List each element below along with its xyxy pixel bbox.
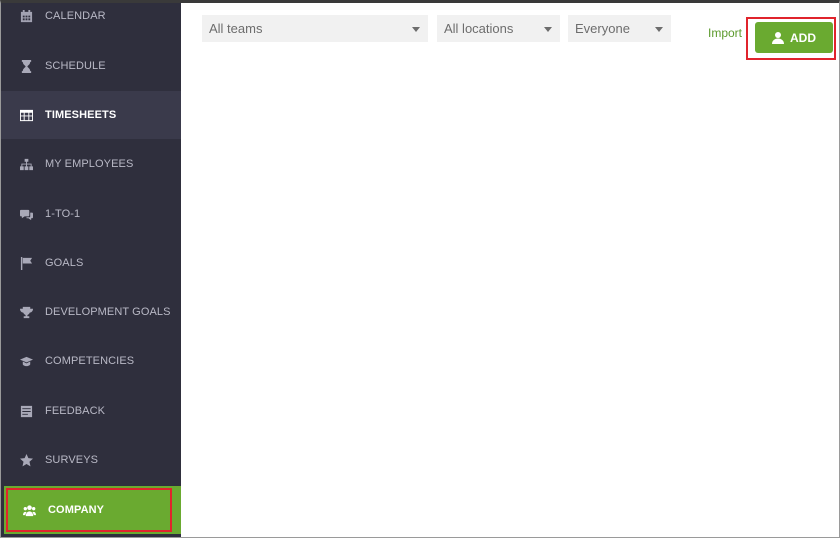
chat-icon: [19, 207, 33, 221]
sidebar-item-label: FEEDBACK: [45, 405, 106, 417]
sidebar-item-competencies[interactable]: COMPETENCIES: [1, 337, 181, 385]
sidebar-item-surveys[interactable]: SURVEYS: [1, 436, 181, 484]
import-link[interactable]: Import: [708, 26, 742, 40]
chevron-down-icon: [655, 27, 663, 32]
sidebar-item-schedule[interactable]: SCHEDULE: [1, 42, 181, 90]
sidebar-item-goals[interactable]: GOALS: [1, 239, 181, 287]
users-icon: [22, 503, 36, 517]
sidebar-item-label: COMPETENCIES: [45, 355, 135, 367]
sidebar-item-label: SURVEYS: [45, 454, 99, 466]
calendar-icon: [19, 9, 33, 23]
sidebar-item-company[interactable]: COMPANY: [4, 486, 174, 534]
locations-select[interactable]: All locations: [437, 15, 560, 42]
sidebar-item-label: SCHEDULE: [45, 60, 106, 72]
chevron-down-icon: [412, 27, 420, 32]
trophy-icon: [19, 305, 33, 319]
hourglass-icon: [19, 59, 33, 73]
graduation-cap-icon: [19, 354, 33, 368]
sidebar-item-label: MY EMPLOYEES: [45, 158, 134, 170]
table-icon: [19, 108, 33, 122]
sidebar-item-label: COMPANY: [48, 504, 105, 516]
sidebar-item-1-to-1[interactable]: 1-TO-1: [1, 190, 181, 238]
add-button-highlight: ADD: [746, 17, 836, 60]
sidebar-item-label: DEVELOPMENT GOALS: [45, 306, 171, 318]
sidebar-item-timesheets[interactable]: TIMESHEETS: [1, 91, 181, 139]
sidebar-item-label: 1-TO-1: [45, 208, 81, 220]
feedback-icon: [19, 404, 33, 418]
sidebar-item-feedback[interactable]: FEEDBACK: [1, 387, 181, 435]
main-content: All teams All locations Everyone Import …: [181, 3, 839, 537]
add-button-label: ADD: [790, 30, 816, 45]
chevron-down-icon: [544, 27, 552, 32]
teams-select[interactable]: All teams: [202, 15, 428, 42]
sidebar-item-my-employees[interactable]: MY EMPLOYEES: [1, 140, 181, 188]
people-select[interactable]: Everyone: [568, 15, 671, 42]
app-window: CALENDAR SCHEDULE TIMESHEETS MY EMPLOYEE…: [0, 0, 840, 538]
add-button[interactable]: ADD: [755, 22, 833, 53]
sidebar-item-label: CALENDAR: [45, 10, 106, 22]
sidebar: CALENDAR SCHEDULE TIMESHEETS MY EMPLOYEE…: [1, 3, 181, 537]
sidebar-item-development-goals[interactable]: DEVELOPMENT GOALS: [1, 288, 181, 336]
user-icon: [772, 31, 784, 44]
sidebar-item-label: TIMESHEETS: [45, 109, 117, 121]
teams-select-value: All teams: [209, 21, 263, 36]
sidebar-item-label: GOALS: [45, 257, 84, 269]
locations-select-value: All locations: [444, 21, 514, 36]
star-icon: [19, 453, 33, 467]
active-indicator: [174, 486, 181, 534]
org-chart-icon: [19, 157, 33, 171]
people-select-value: Everyone: [575, 21, 630, 36]
flag-icon: [19, 256, 33, 270]
sidebar-item-calendar[interactable]: CALENDAR: [1, 3, 181, 40]
